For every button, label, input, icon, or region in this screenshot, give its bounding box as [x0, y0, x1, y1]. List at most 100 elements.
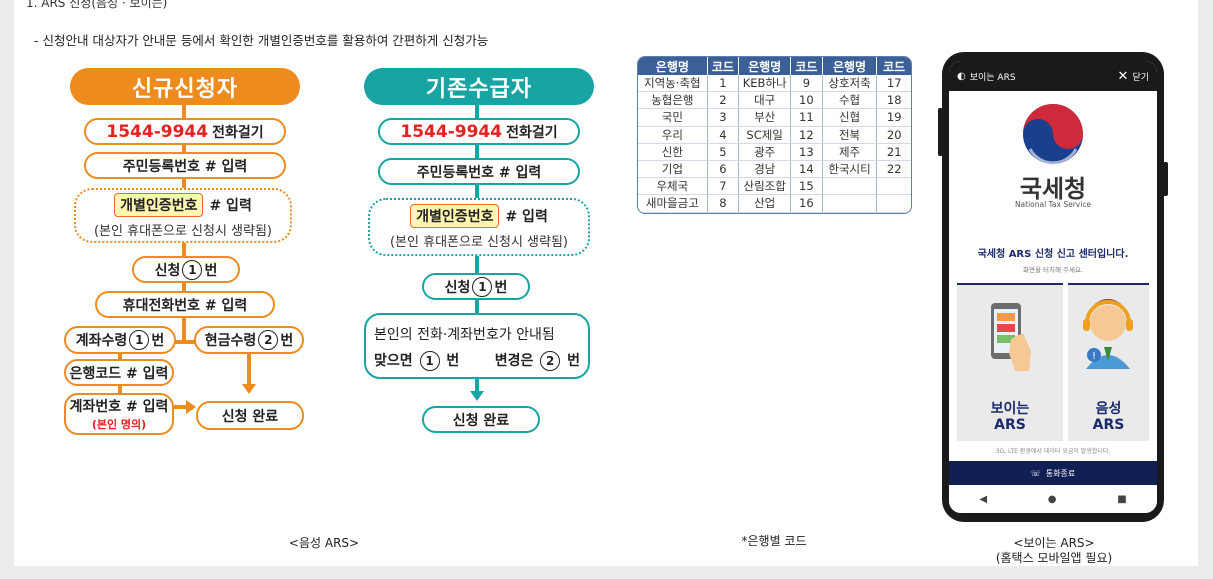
table-cell: 수협 — [822, 92, 878, 110]
table-row: 우리 4 SC제일 12 전북 20 — [638, 126, 911, 144]
bank-code-step: 은행코드 # 입력 — [64, 359, 174, 386]
account-receive-step: 계좌수령 1 번 — [64, 326, 176, 354]
headset-icon: ◐ — [957, 70, 966, 82]
apply-number: 1 — [182, 259, 203, 280]
apply-suffix: 번 — [204, 262, 218, 279]
back-icon[interactable]: ◀ — [979, 494, 987, 505]
table-header-row: 은행명 코드 은행명 코드 은행명 코드 — [638, 57, 911, 75]
table-cell — [822, 195, 878, 213]
bank-code-table: 은행명 코드 은행명 코드 은행명 코드 지역농·축협 1 KEB하나 9 상호저축 17… — [637, 56, 912, 214]
correct-label: 맞으면 — [374, 352, 413, 369]
table-cell — [877, 195, 911, 213]
existing-call-step: 1544-9944 전화걸기 — [378, 118, 580, 145]
col-header: 코드 — [877, 57, 911, 75]
table-cell: 1 — [707, 75, 740, 93]
account-number: 1 — [129, 330, 150, 350]
apply-number: 1 — [472, 276, 493, 297]
connector — [475, 185, 479, 199]
visible-ars-label: 보이는 ARS — [990, 401, 1030, 434]
existing-guide-step: 본인의 전화·계좌번호가 안내됨 맞으면 1 번 변경은 2 번 — [364, 313, 590, 379]
table-cell — [822, 178, 878, 196]
home-icon[interactable]: ● — [1048, 494, 1057, 505]
table-cell: SC제일 — [739, 126, 792, 144]
new-call-step: 1544-9944 전화걸기 — [84, 118, 286, 145]
correct-option: 맞으면 1 번 — [374, 350, 459, 371]
table-cell: 10 — [791, 92, 823, 110]
col-header: 은행명 — [739, 57, 792, 75]
bank-code-caption: *은행별 코드 — [741, 534, 807, 548]
correct-number: 1 — [419, 350, 440, 371]
arrow-right-icon — [186, 400, 196, 414]
auth-code-highlight: 개별인증번호 — [410, 204, 500, 228]
voice-ars-caption: <음성 ARS> — [288, 536, 360, 550]
table-cell: 신한 — [638, 143, 708, 161]
org-name-en: National Tax Service — [1014, 200, 1092, 209]
auth-code-highlight: 개별인증번호 — [114, 192, 204, 217]
connector — [247, 354, 251, 384]
new-resident-step: 주민등록번호 # 입력 — [84, 152, 286, 179]
correct-suffix: 번 — [446, 352, 460, 369]
cash-suffix: 번 — [280, 333, 294, 349]
table-cell: 기업 — [638, 160, 708, 179]
new-apply-step: 신청 1 번 — [132, 256, 240, 283]
recent-apps-icon[interactable]: ■ — [1117, 494, 1126, 505]
table-cell: 산림조합 — [739, 178, 792, 196]
col-header: 코드 — [707, 57, 740, 75]
table-cell: 17 — [877, 75, 911, 93]
change-suffix: 번 — [567, 352, 580, 369]
col-header: 은행명 — [638, 57, 708, 75]
table-row: 새마을금고 8 산업 16 — [638, 195, 911, 213]
change-number: 2 — [540, 350, 561, 371]
connector — [182, 318, 186, 342]
phone-number: 1544-9944 — [400, 121, 503, 142]
table-cell: 신협 — [822, 109, 878, 127]
phone-mockup: ◐ 보이는 ARS ✕ 닫기 국세청 National Tax Service … — [942, 52, 1164, 522]
table-cell: 20 — [877, 127, 911, 144]
table-cell: 경남 — [739, 160, 792, 179]
center-subtitle: 화면을 터치해 주세요. — [1022, 266, 1084, 274]
topbar-title: 보이는 ARS — [969, 72, 1016, 83]
table-cell: 5 — [707, 143, 740, 161]
arrow-down-icon — [470, 391, 484, 401]
table-cell: 7 — [707, 178, 740, 196]
new-auth-step: 개별인증번호 # 입력 (본인 휴대폰으로 신청시 생략됨) — [74, 188, 292, 243]
account-number-step: 계좌번호 # 입력 (본인 명의) — [64, 393, 174, 435]
center-title: 국세청 ARS 신청 신고 센터입니다. — [977, 249, 1129, 260]
auth-input-label: # 입력 — [505, 209, 548, 225]
arrow-down-icon — [242, 384, 256, 394]
existing-recipient-header: 기존수급자 — [364, 68, 594, 105]
col-header: 코드 — [791, 57, 823, 75]
table-cell: 부산 — [739, 109, 792, 127]
voice-ars-label: 음성 ARS — [1092, 401, 1125, 434]
new-done-step: 신청 완료 — [196, 401, 304, 430]
new-applicant-header: 신규신청자 — [70, 68, 300, 105]
existing-done-step: 신청 완료 — [422, 406, 540, 433]
visible-ars-card[interactable]: 보이는 ARS — [957, 283, 1063, 441]
table-cell: 제주 — [822, 143, 878, 161]
existing-apply-step: 신청 1 번 — [422, 273, 530, 300]
table-cell — [877, 178, 911, 196]
close-icon[interactable]: ✕ — [1118, 69, 1129, 84]
table-cell: 14 — [791, 160, 823, 179]
table-cell: 지역농·축협 — [638, 75, 708, 93]
table-cell: 우체국 — [638, 178, 708, 196]
end-call-button[interactable]: ☏ 통화종료 — [949, 461, 1157, 485]
connector — [475, 256, 479, 274]
visible-ars-note: (홈택스 모바일앱 필요) — [995, 551, 1113, 565]
phone-screen: ◐ 보이는 ARS ✕ 닫기 국세청 National Tax Service … — [949, 61, 1157, 513]
cash-receive-step: 현금수령 2 번 — [194, 326, 304, 354]
table-cell: 국민 — [638, 109, 708, 127]
auth-input-label: # 입력 — [209, 197, 252, 214]
table-cell: 13 — [791, 143, 823, 161]
guide-text: 본인의 전화·계좌번호가 안내됨 — [374, 326, 555, 343]
table-row: 국민 3 부산 11 신협 19 — [638, 109, 911, 127]
table-cell: 농협은행 — [638, 92, 708, 110]
end-call-label: 통화종료 — [1045, 468, 1076, 478]
close-label[interactable]: 닫기 — [1132, 70, 1149, 83]
table-cell: 11 — [791, 109, 823, 127]
table-cell: 19 — [877, 109, 911, 127]
voice-ars-card[interactable]: ! 음성 ARS — [1068, 283, 1149, 441]
table-row: 기업 6 경남 14 한국시티 22 — [638, 160, 911, 179]
table-cell: 우리 — [638, 126, 708, 144]
cash-label: 현금수령 — [204, 333, 257, 349]
